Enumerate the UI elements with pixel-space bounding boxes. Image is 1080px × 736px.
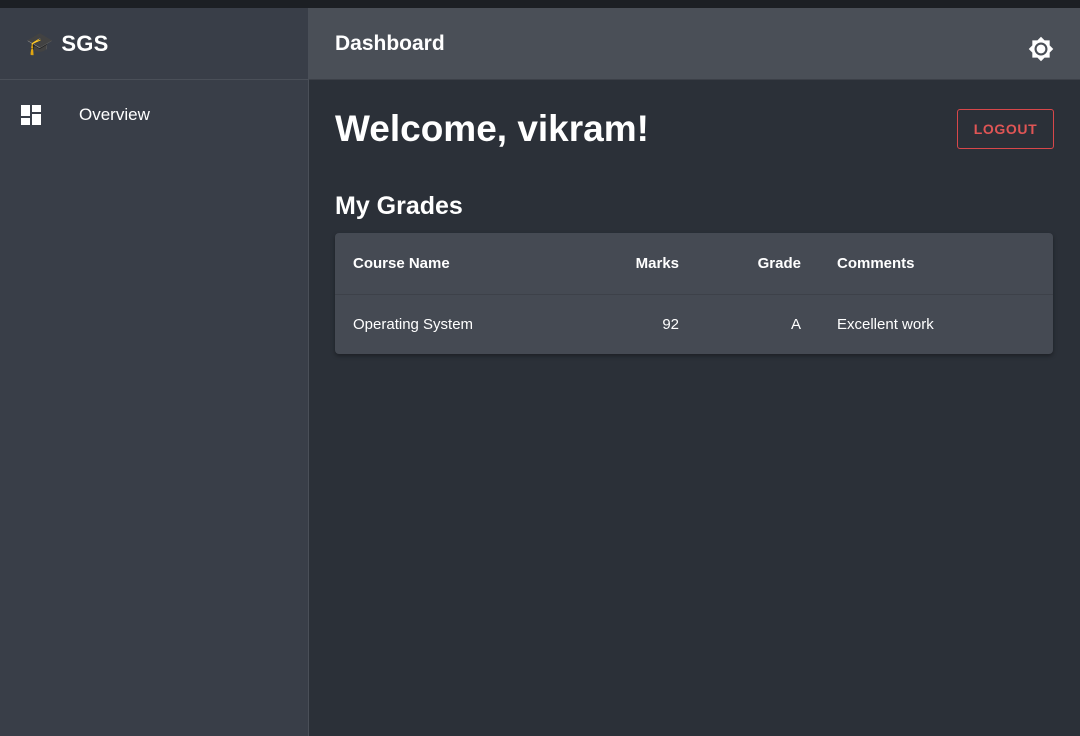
grades-table: Course Name Marks Grade Comments Operati… [335, 233, 1053, 354]
grades-section-title: My Grades [335, 192, 463, 220]
main-content: Welcome, vikram! LOGOUT My Grades Course… [309, 80, 1080, 736]
brightness-icon[interactable] [1028, 36, 1054, 62]
grades-table-card: Course Name Marks Grade Comments Operati… [335, 233, 1053, 354]
sidebar: 🎓 SGS Overview [0, 8, 309, 736]
app-bar: Dashboard [309, 8, 1080, 80]
cell-grade: A [790, 315, 801, 333]
sidebar-item-overview[interactable]: Overview [0, 80, 308, 150]
cell-comments: Excellent work [837, 315, 934, 333]
brand-name: SGS [61, 30, 109, 56]
cell-marks: 92 [662, 315, 679, 333]
column-header-marks[interactable]: Marks [597, 233, 697, 295]
dashboard-icon [21, 105, 41, 125]
welcome-heading: Welcome, vikram! [335, 108, 649, 149]
table-header-row: Course Name Marks Grade Comments [335, 233, 1053, 295]
welcome-row: Welcome, vikram! LOGOUT [335, 108, 1054, 150]
sidebar-item-label: Overview [79, 105, 150, 124]
column-header-grade[interactable]: Grade [697, 233, 819, 295]
column-header-comments[interactable]: Comments [819, 233, 1053, 295]
sidebar-brand: 🎓 SGS [0, 8, 308, 80]
cell-course-name: Operating System [353, 315, 474, 333]
table-row[interactable]: Operating System 92 A Excellent work [335, 294, 1053, 354]
window-top-strip [0, 0, 1080, 8]
graduation-cap-icon: 🎓 [26, 30, 54, 56]
logout-button[interactable]: LOGOUT [957, 109, 1054, 149]
column-header-course[interactable]: Course Name [335, 233, 597, 295]
page-title: Dashboard [335, 31, 445, 55]
